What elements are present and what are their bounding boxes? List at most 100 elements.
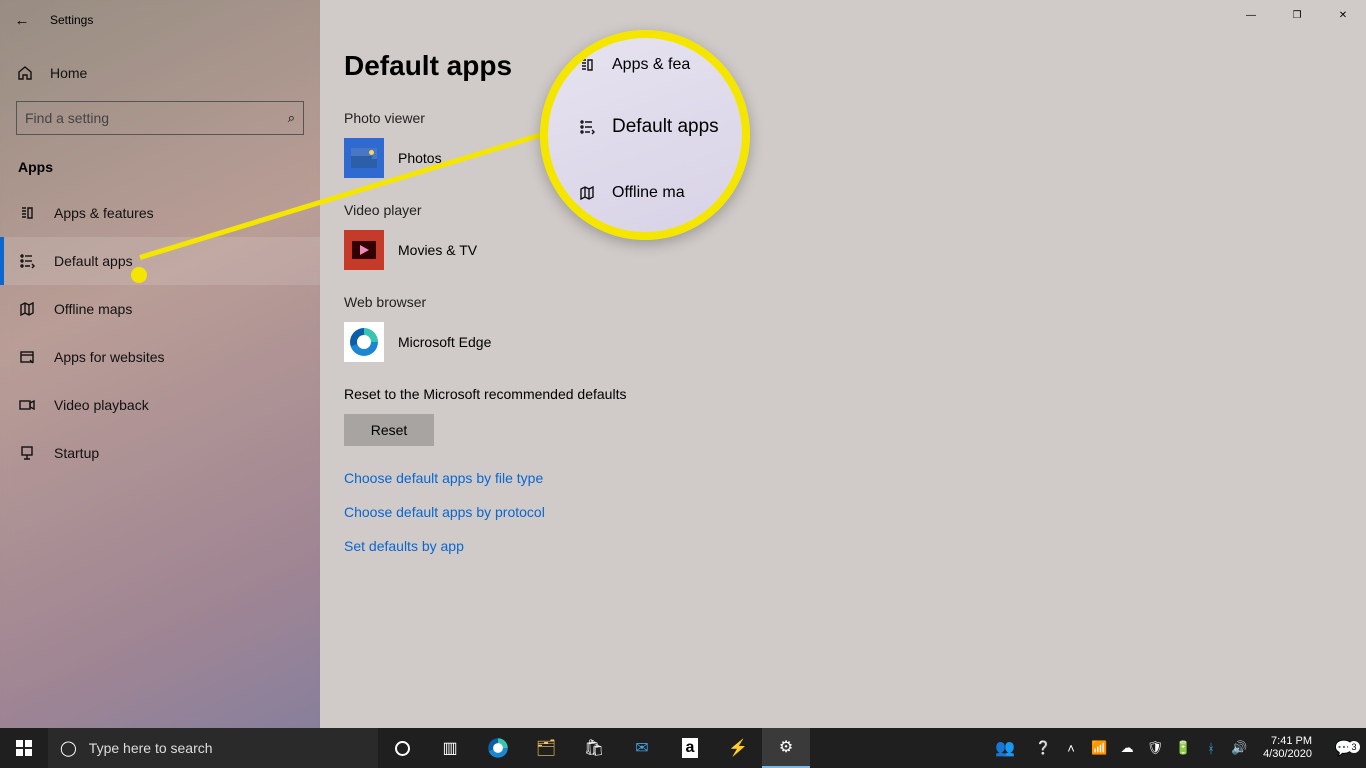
system-tray: ❔ ˄ 📶 ☁ 🛡 🔋 ᚼ 🔊 bbox=[1029, 740, 1253, 756]
sidebar-item-label: Apps for websites bbox=[54, 349, 165, 365]
home-nav[interactable]: Home bbox=[0, 50, 320, 95]
people-button[interactable]: 👥 bbox=[981, 728, 1029, 768]
back-arrow-icon: ← bbox=[15, 12, 30, 29]
default-apps-icon bbox=[18, 253, 36, 269]
page-title: Default apps bbox=[320, 50, 1366, 110]
apps-features-icon bbox=[18, 205, 36, 221]
sidebar-item-label: Video playback bbox=[54, 397, 149, 413]
links-section: Choose default apps by file type Choose … bbox=[320, 446, 1366, 596]
taskbar-app-settings[interactable]: ⚙ bbox=[762, 728, 810, 768]
window-caption: ← Settings bbox=[0, 0, 320, 40]
window-controls: — ❐ ✕ bbox=[1228, 0, 1366, 30]
tray-bluetooth-icon[interactable]: ᚼ bbox=[1201, 741, 1221, 756]
action-center-button[interactable]: 💬 3 bbox=[1322, 739, 1366, 757]
settings-search-input[interactable] bbox=[25, 110, 295, 126]
taskbar-clock[interactable]: 7:41 PM 4/30/2020 bbox=[1253, 735, 1322, 761]
close-icon: ✕ bbox=[1339, 10, 1347, 21]
sidebar-item-label: Default apps bbox=[54, 253, 133, 269]
sidebar-item-apps-features[interactable]: Apps & features bbox=[0, 189, 320, 237]
minimize-button[interactable]: — bbox=[1228, 0, 1274, 30]
mail-icon: ✉ bbox=[635, 738, 648, 758]
maximize-button[interactable]: ❐ bbox=[1274, 0, 1320, 30]
video-player-app-button[interactable]: Movies & TV bbox=[344, 230, 1366, 270]
sidebar-item-apps-for-websites[interactable]: Apps for websites bbox=[0, 333, 320, 381]
notification-count: 3 bbox=[1348, 741, 1360, 753]
taskbar-search[interactable]: ◯ Type here to search bbox=[48, 728, 378, 768]
settings-search[interactable]: ⌕ bbox=[16, 101, 304, 135]
sidebar-item-label: Startup bbox=[54, 445, 99, 461]
store-icon: 🛍 bbox=[584, 738, 604, 758]
offline-maps-icon bbox=[18, 301, 36, 317]
file-explorer-icon: 🗂 bbox=[536, 738, 556, 758]
clock-time: 7:41 PM bbox=[1263, 735, 1312, 748]
amazon-icon: a bbox=[682, 738, 699, 758]
lens-label: Offline ma bbox=[612, 184, 685, 202]
sidebar: ← Settings Home ⌕ Apps Apps & features bbox=[0, 0, 320, 728]
tray-volume-icon[interactable]: 🔊 bbox=[1229, 740, 1249, 756]
annotation-lens: Apps & fea Default apps Offline ma bbox=[540, 30, 750, 240]
lens-label: Apps & fea bbox=[612, 56, 690, 74]
people-icon: 👥 bbox=[995, 738, 1015, 758]
web-browser-title: Web browser bbox=[344, 294, 1366, 310]
web-browser-app-name: Microsoft Edge bbox=[398, 334, 491, 350]
task-view-button[interactable]: ▥ bbox=[426, 728, 474, 768]
link-set-by-app[interactable]: Set defaults by app bbox=[344, 538, 1342, 554]
apps-features-icon bbox=[578, 57, 596, 73]
tray-wifi-icon[interactable]: 📶 bbox=[1089, 740, 1109, 756]
back-button[interactable]: ← bbox=[0, 0, 44, 42]
tray-help-icon[interactable]: ❔ bbox=[1033, 740, 1053, 756]
photos-app-icon bbox=[344, 138, 384, 178]
taskbar-app-mail[interactable]: ✉ bbox=[618, 728, 666, 768]
gear-icon: ⚙ bbox=[779, 737, 793, 757]
minimize-icon: — bbox=[1246, 10, 1256, 21]
link-choose-by-filetype[interactable]: Choose default apps by file type bbox=[344, 470, 1342, 486]
maximize-icon: ❐ bbox=[1293, 10, 1302, 21]
sidebar-item-label: Offline maps bbox=[54, 301, 132, 317]
taskbar-app-lightning[interactable]: ⚡ bbox=[714, 728, 762, 768]
taskbar-search-placeholder: Type here to search bbox=[89, 740, 213, 756]
windows-logo-icon bbox=[16, 740, 32, 756]
sidebar-item-default-apps[interactable]: Default apps bbox=[0, 237, 320, 285]
taskbar-app-edge[interactable] bbox=[474, 728, 522, 768]
taskbar: ◯ Type here to search ▥ 🗂 🛍 ✉ a ⚡ ⚙ 👥 ❔ … bbox=[0, 728, 1366, 768]
main-pane: Default apps Photo viewer Photos Video p… bbox=[320, 0, 1366, 728]
home-label: Home bbox=[50, 65, 87, 81]
window-title: Settings bbox=[50, 13, 93, 27]
startup-icon bbox=[18, 445, 36, 461]
reset-button[interactable]: Reset bbox=[344, 414, 434, 446]
sidebar-item-video-playback[interactable]: Video playback bbox=[0, 381, 320, 429]
edge-app-icon bbox=[344, 322, 384, 362]
start-button[interactable] bbox=[0, 728, 48, 768]
offline-maps-icon bbox=[578, 185, 596, 201]
lens-row-offline-maps: Offline ma bbox=[566, 174, 742, 212]
search-icon: ⌕ bbox=[288, 110, 295, 126]
reset-header: Reset to the Microsoft recommended defau… bbox=[320, 386, 1366, 414]
default-apps-icon bbox=[578, 119, 596, 135]
cortana-button[interactable] bbox=[378, 728, 426, 768]
sidebar-item-label: Apps & features bbox=[54, 205, 154, 221]
link-choose-by-protocol[interactable]: Choose default apps by protocol bbox=[344, 504, 1342, 520]
lens-content: Apps & fea Default apps Offline ma bbox=[548, 38, 742, 212]
web-browser-app-button[interactable]: Microsoft Edge bbox=[344, 322, 1366, 362]
lens-row-default-apps: Default apps bbox=[566, 106, 742, 148]
sidebar-item-offline-maps[interactable]: Offline maps bbox=[0, 285, 320, 333]
edge-icon bbox=[488, 738, 508, 758]
search-icon: ◯ bbox=[60, 739, 77, 757]
taskbar-app-amazon[interactable]: a bbox=[666, 728, 714, 768]
tray-overflow-icon[interactable]: ˄ bbox=[1061, 741, 1081, 756]
lightning-icon: ⚡ bbox=[728, 738, 748, 758]
tray-security-icon[interactable]: 🛡 bbox=[1145, 740, 1165, 756]
taskbar-app-explorer[interactable]: 🗂 bbox=[522, 728, 570, 768]
taskbar-app-store[interactable]: 🛍 bbox=[570, 728, 618, 768]
cortana-icon bbox=[395, 741, 410, 756]
photo-viewer-app-button[interactable]: Photos bbox=[344, 138, 1366, 178]
apps-for-websites-icon bbox=[18, 349, 36, 365]
photo-viewer-title: Photo viewer bbox=[344, 110, 1366, 126]
tray-battery-icon[interactable]: 🔋 bbox=[1173, 740, 1193, 756]
video-player-section: Video player Movies & TV bbox=[320, 202, 1366, 294]
sidebar-item-startup[interactable]: Startup bbox=[0, 429, 320, 477]
category-header: Apps bbox=[0, 145, 320, 189]
tray-onedrive-icon[interactable]: ☁ bbox=[1117, 740, 1137, 756]
clock-date: 4/30/2020 bbox=[1263, 748, 1312, 761]
close-button[interactable]: ✕ bbox=[1320, 0, 1366, 30]
